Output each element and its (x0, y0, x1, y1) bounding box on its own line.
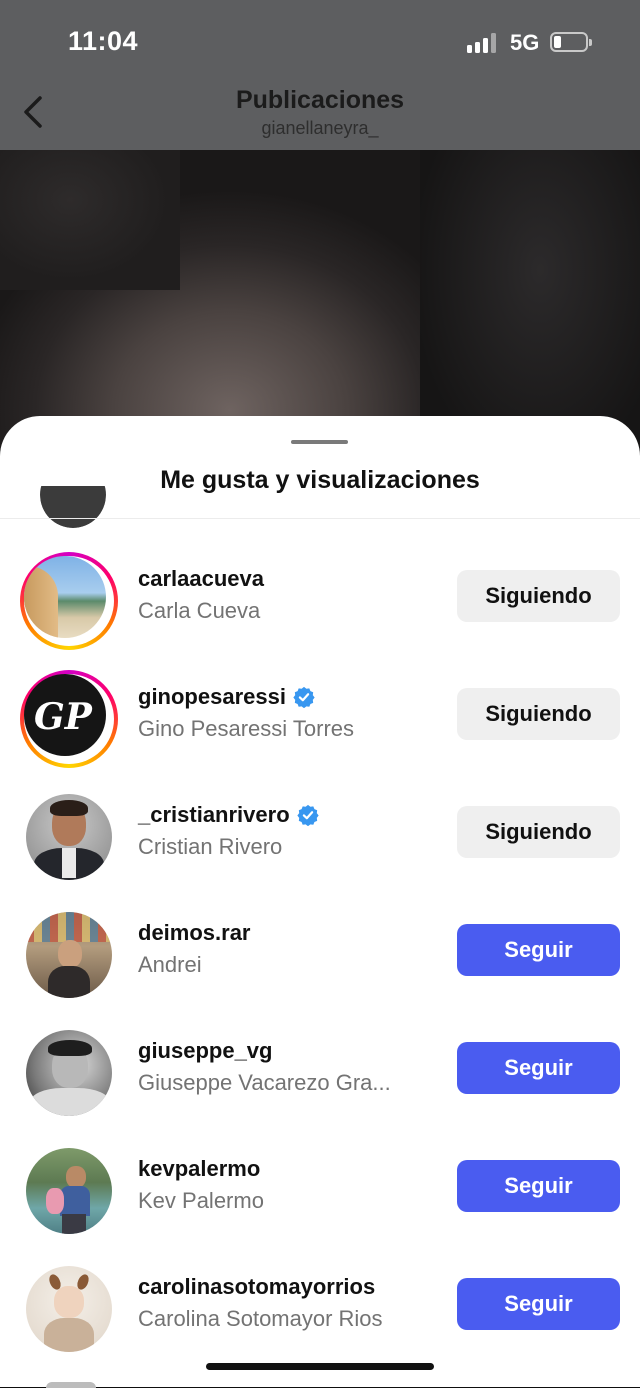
list-item[interactable]: deimos.rar Andrei Seguir (0, 896, 640, 1014)
full-name: Andrei (138, 952, 202, 977)
username[interactable]: deimos.rar (138, 920, 251, 946)
divider (0, 518, 640, 519)
username[interactable]: _cristianrivero (138, 802, 319, 828)
page-title: Publicaciones (235, 86, 405, 114)
network-label: 5G (510, 30, 540, 55)
list-item[interactable]: kevpalermo Kev Palermo Seguir (0, 1132, 640, 1250)
sheet-drag-handle[interactable] (291, 440, 348, 444)
full-name: Cristian Rivero (138, 834, 283, 859)
page-subtitle: gianellaneyra_ (261, 118, 379, 138)
follow-button[interactable]: Seguir (457, 924, 620, 976)
sheet-title: Me gusta y visualizaciones (160, 466, 480, 494)
follow-button[interactable]: Seguir (457, 1278, 620, 1330)
username[interactable]: kevpalermo (138, 1156, 260, 1182)
username[interactable]: carolinasotomayorrios (138, 1274, 375, 1300)
battery-icon (550, 32, 592, 52)
nav-bar: Publicaciones gianellaneyra_ (0, 80, 640, 150)
follow-button[interactable]: Seguir (457, 1160, 620, 1212)
verified-badge-icon (297, 804, 319, 826)
follow-button[interactable]: Seguir (457, 1042, 620, 1094)
likes-sheet: Me gusta y visualizaciones carlaacueva C… (0, 416, 640, 1387)
username[interactable]: carlaacueva (138, 566, 264, 592)
gp-logo-icon: GP (34, 696, 92, 738)
username[interactable]: ginopesaressi (138, 684, 315, 710)
full-name: Carolina Sotomayor Rios (138, 1306, 383, 1331)
full-name: Gino Pesaressi Torres (138, 716, 355, 741)
following-button[interactable]: Siguiendo (457, 688, 620, 740)
avatar[interactable] (20, 1024, 118, 1122)
following-button[interactable]: Siguiendo (457, 806, 620, 858)
signal-icon (467, 33, 499, 53)
list-item[interactable]: GP ginopesaressi Gino Pesaressi Torres S… (0, 660, 640, 778)
avatar[interactable] (20, 788, 118, 886)
home-indicator[interactable] (206, 1363, 434, 1370)
avatar[interactable] (20, 1142, 118, 1240)
avatar[interactable] (20, 552, 118, 650)
post-photo-background (0, 150, 640, 450)
username[interactable]: giuseppe_vg (138, 1038, 272, 1064)
status-time: 11:04 (68, 26, 139, 56)
full-name: Kev Palermo (138, 1188, 264, 1213)
full-name: Carla Cueva (138, 598, 261, 623)
avatar[interactable] (46, 1382, 96, 1388)
avatar[interactable] (20, 1260, 118, 1358)
following-button[interactable]: Siguiendo (457, 570, 620, 622)
avatar[interactable]: GP (20, 670, 118, 768)
status-bar: 11:04 5G (0, 0, 640, 88)
list-item[interactable]: _cristianrivero Cristian Rivero Siguiend… (0, 778, 640, 896)
avatar[interactable] (20, 906, 118, 1004)
full-name: Giuseppe Vacarezo Gra... (138, 1070, 391, 1095)
list-item[interactable]: giuseppe_vg Giuseppe Vacarezo Gra... Seg… (0, 1014, 640, 1132)
verified-badge-icon (293, 686, 315, 708)
list-item[interactable]: carolinasotomayorrios Carolina Sotomayor… (0, 1250, 640, 1368)
list-item[interactable]: carlaacueva Carla Cueva Siguiendo (0, 542, 640, 660)
